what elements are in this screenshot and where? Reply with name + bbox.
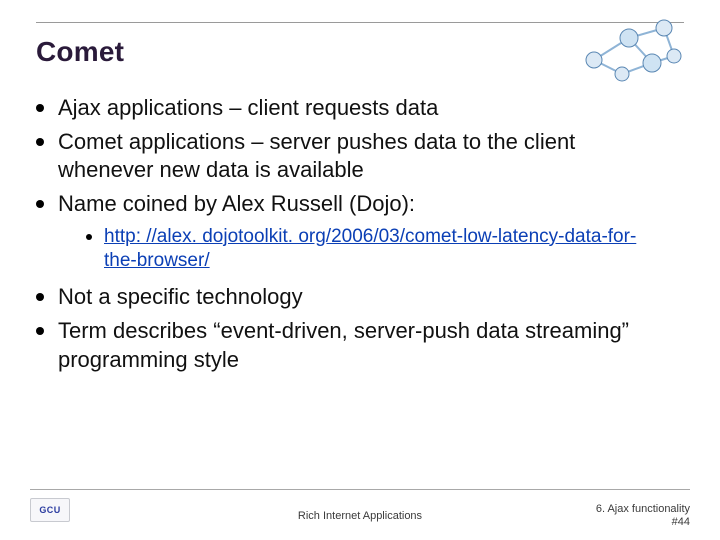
bullet-list-2: Not a specific technology Term describes… bbox=[36, 283, 660, 373]
footer-right: 6. Ajax functionality #44 bbox=[596, 503, 690, 531]
slide-title: Comet bbox=[36, 36, 124, 68]
bullet-list-1: Ajax applications – client requests data… bbox=[36, 94, 660, 219]
bullet-text: Name coined by Alex Russell (Dojo): bbox=[58, 190, 660, 218]
bullet-text: Ajax applications – client requests data bbox=[58, 94, 660, 122]
bullet-icon bbox=[36, 293, 44, 301]
bullet-text: Not a specific technology bbox=[58, 283, 660, 311]
list-item: Name coined by Alex Russell (Dojo): bbox=[36, 190, 660, 218]
list-item: Not a specific technology bbox=[36, 283, 660, 311]
network-decoration bbox=[574, 8, 694, 88]
bullet-icon bbox=[36, 138, 44, 146]
bullet-text: Term describes “event-driven, server-pus… bbox=[58, 317, 660, 373]
sub-bullet-list: http: //alex. dojotoolkit. org/2006/03/c… bbox=[86, 225, 660, 274]
bullet-icon bbox=[36, 104, 44, 112]
bullet-icon bbox=[86, 234, 92, 240]
list-item: Comet applications – server pushes data … bbox=[36, 128, 660, 184]
reference-link[interactable]: http: //alex. dojotoolkit. org/2006/03/c… bbox=[104, 225, 660, 274]
bullet-icon bbox=[36, 327, 44, 335]
list-item: http: //alex. dojotoolkit. org/2006/03/c… bbox=[86, 225, 660, 274]
footer-page-number: #44 bbox=[596, 516, 690, 530]
bullet-icon bbox=[36, 200, 44, 208]
slide: Comet bbox=[0, 0, 720, 540]
bottom-divider bbox=[30, 489, 690, 490]
bullet-text: Comet applications – server pushes data … bbox=[58, 128, 660, 184]
footer-section: 6. Ajax functionality bbox=[596, 503, 690, 517]
list-item: Ajax applications – client requests data bbox=[36, 94, 660, 122]
list-item: Term describes “event-driven, server-pus… bbox=[36, 317, 660, 373]
slide-body: Ajax applications – client requests data… bbox=[36, 90, 660, 380]
